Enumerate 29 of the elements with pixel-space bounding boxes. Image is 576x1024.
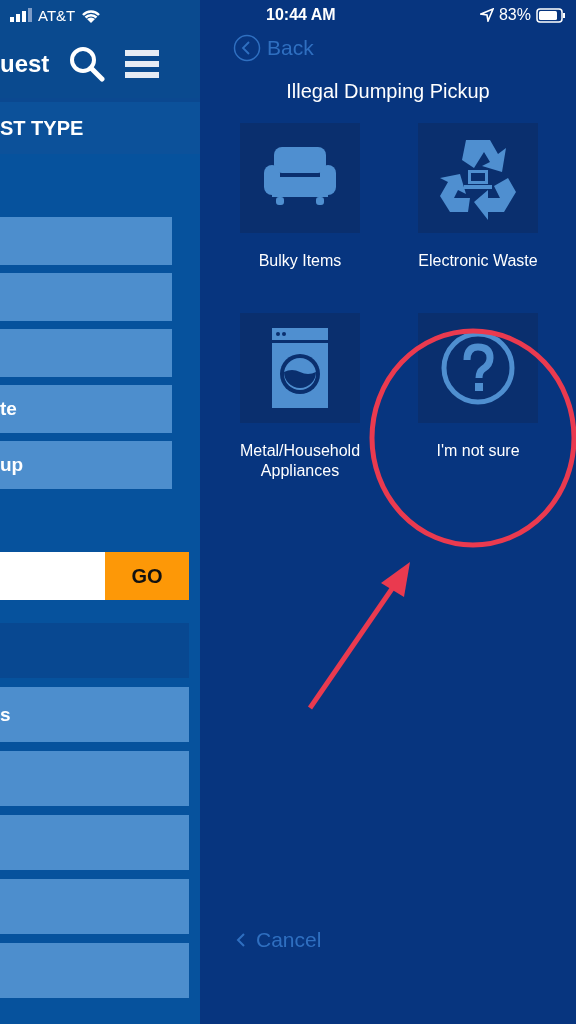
search-icon[interactable] bbox=[69, 46, 106, 82]
wifi-icon bbox=[81, 7, 102, 23]
back-icon bbox=[233, 34, 261, 62]
battery-icon bbox=[536, 7, 566, 23]
list-button[interactable] bbox=[0, 815, 189, 870]
carrier-label: AT&T bbox=[38, 6, 76, 24]
question-icon bbox=[441, 331, 515, 405]
request-type-button[interactable] bbox=[0, 273, 172, 321]
list-button[interactable] bbox=[0, 879, 189, 934]
request-type-button[interactable] bbox=[0, 217, 172, 265]
page-title: Illegal Dumping Pickup bbox=[285, 80, 491, 103]
go-button[interactable]: GO bbox=[105, 552, 189, 600]
category-tile[interactable]: Metal/Household Appliances bbox=[211, 313, 389, 481]
search-field[interactable] bbox=[0, 552, 105, 600]
category-tile[interactable]: Bulky Items bbox=[211, 123, 389, 291]
section-title: ST TYPE bbox=[0, 116, 84, 140]
list-button[interactable] bbox=[0, 751, 189, 806]
washing-machine-icon bbox=[272, 328, 328, 408]
chevron-left-icon bbox=[236, 932, 246, 948]
menu-icon[interactable] bbox=[125, 50, 160, 78]
request-type-button[interactable] bbox=[0, 329, 172, 377]
signal-icon bbox=[10, 8, 32, 22]
status-time: 10:44 AM bbox=[266, 6, 337, 24]
category-tile[interactable]: I'm not sure bbox=[389, 313, 567, 481]
location-icon bbox=[479, 8, 494, 22]
list-button[interactable] bbox=[0, 943, 189, 998]
battery-percent: 83% bbox=[498, 6, 531, 24]
category-tile[interactable]: Electronic Waste bbox=[389, 123, 567, 291]
header-title: uest bbox=[0, 50, 50, 78]
